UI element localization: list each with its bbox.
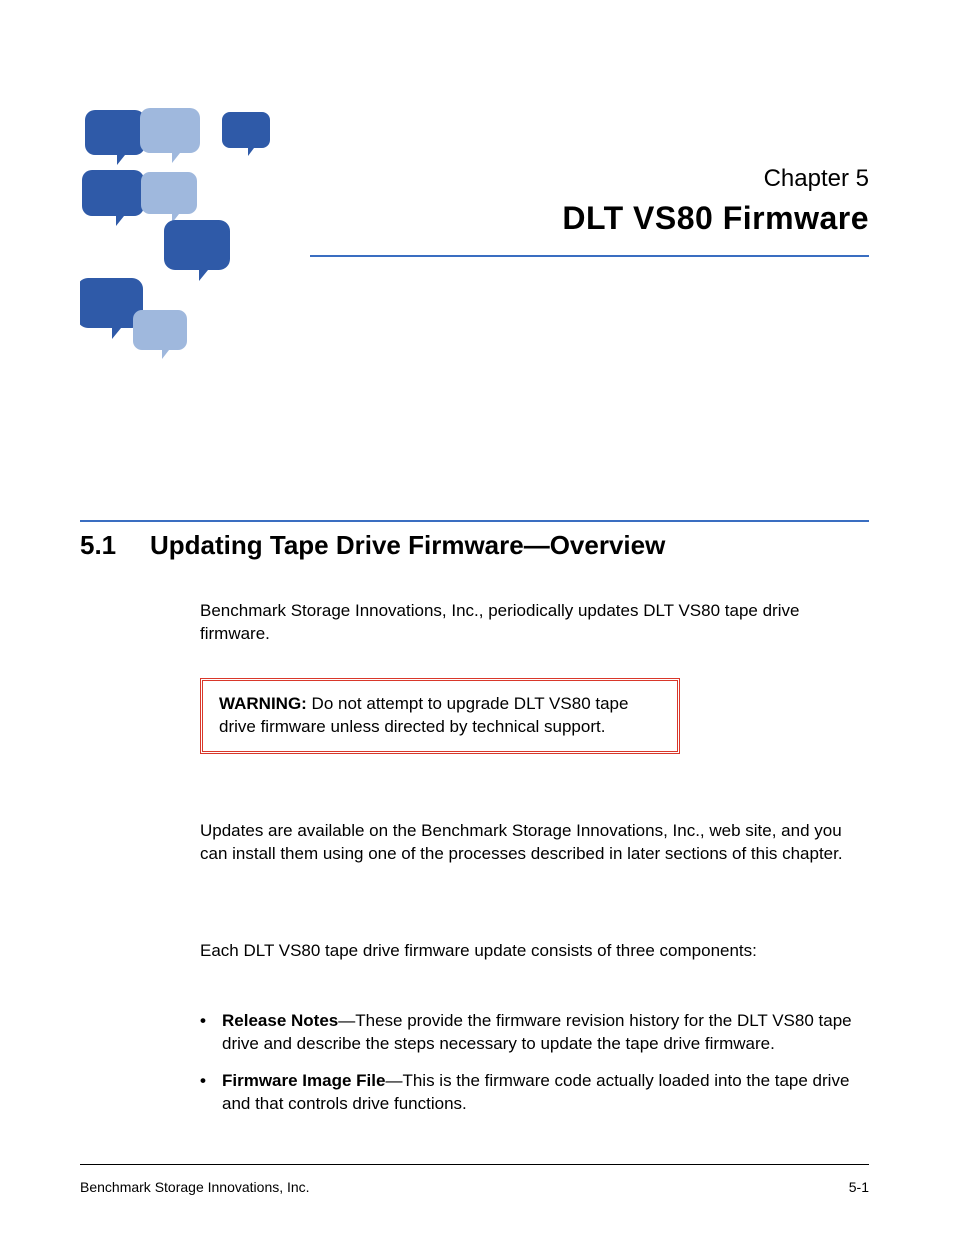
section-number: 5.1 xyxy=(80,530,150,561)
paragraph-3: Each DLT VS80 tape drive firmware update… xyxy=(200,940,869,963)
chapter-rule xyxy=(310,255,869,257)
chapter-label: Chapter 5 xyxy=(764,165,869,193)
warning-box: WARNING: Do not attempt to upgrade DLT V… xyxy=(200,678,680,754)
paragraph-1: Benchmark Storage Innovations, Inc., per… xyxy=(200,600,869,646)
list-item-text: Firmware Image File—This is the firmware… xyxy=(222,1070,869,1116)
logo-graphic xyxy=(80,100,280,360)
bullet-list: • Release Notes—These provide the firmwa… xyxy=(200,1010,869,1130)
bullet-icon: • xyxy=(200,1070,222,1116)
footer-left: Benchmark Storage Innovations, Inc. xyxy=(80,1179,310,1195)
section-rule xyxy=(80,520,869,522)
page: Chapter 5 DLT VS80 Firmware 5.1Updating … xyxy=(0,0,954,1235)
list-item: • Firmware Image File—This is the firmwa… xyxy=(200,1070,869,1116)
chapter-title: DLT VS80 Firmware xyxy=(562,200,869,237)
list-item-strong: Release Notes xyxy=(222,1011,338,1030)
list-item: • Release Notes—These provide the firmwa… xyxy=(200,1010,869,1056)
bullet-icon: • xyxy=(200,1010,222,1056)
section-heading: 5.1Updating Tape Drive Firmware—Overview xyxy=(80,530,869,561)
paragraph-2: Updates are available on the Benchmark S… xyxy=(200,820,869,866)
footer-page-number: 5-1 xyxy=(849,1179,869,1195)
warning-label: WARNING: xyxy=(219,694,307,713)
list-item-text: Release Notes—These provide the firmware… xyxy=(222,1010,869,1056)
footer-rule xyxy=(80,1164,869,1165)
section-title: Updating Tape Drive Firmware—Overview xyxy=(150,530,665,560)
list-item-strong: Firmware Image File xyxy=(222,1071,385,1090)
